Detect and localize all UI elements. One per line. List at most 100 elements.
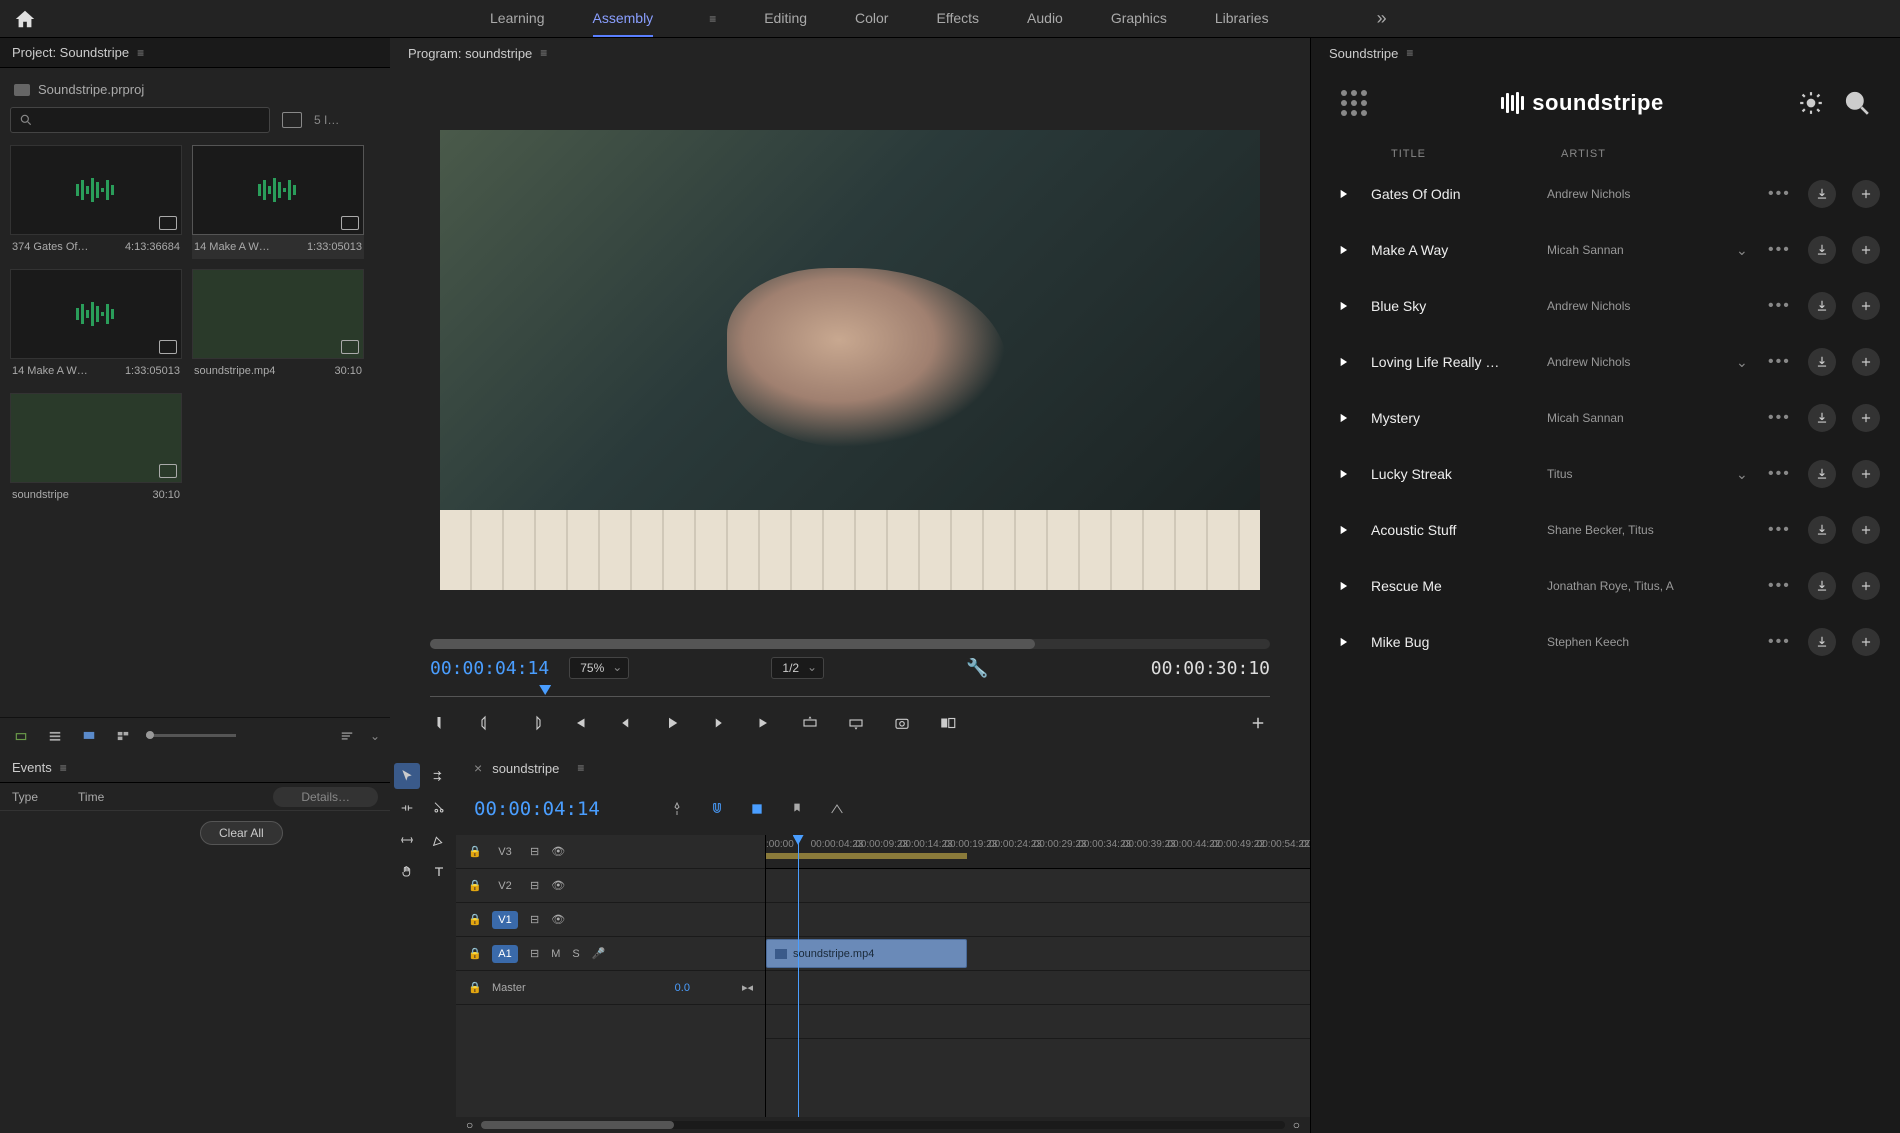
track-label-v2[interactable]: V2 (492, 877, 518, 895)
export-frame-button[interactable] (890, 711, 914, 735)
search-icon[interactable] (1844, 90, 1870, 116)
play-track-button[interactable] (1331, 462, 1355, 486)
eye-icon[interactable]: 👁 (551, 845, 565, 858)
sync-lock-icon[interactable]: ⊟ (530, 879, 539, 892)
more-options-icon[interactable]: ••• (1768, 521, 1792, 539)
more-options-icon[interactable]: ••• (1768, 633, 1792, 651)
lane-v1[interactable]: soundstripe.mp4 (766, 937, 1310, 971)
mark-out-icon[interactable] (522, 711, 546, 735)
download-button[interactable] (1808, 236, 1836, 264)
track-v2[interactable]: 🔒 V2 ⊟ 👁 (456, 869, 765, 903)
solo-toggle[interactable]: S (572, 948, 579, 960)
snap-toggle[interactable] (666, 798, 688, 820)
bin-thumbnail[interactable] (192, 269, 364, 359)
sort-icon[interactable] (336, 727, 358, 745)
tab-graphics[interactable]: Graphics (1111, 0, 1167, 37)
lock-icon[interactable]: 🔒 (468, 845, 480, 858)
track-label-v1[interactable]: V1 (492, 911, 518, 929)
lane-v2[interactable] (766, 903, 1310, 937)
lock-icon[interactable]: 🔒 (468, 947, 480, 960)
download-button[interactable] (1808, 404, 1836, 432)
track-select-tool[interactable] (426, 763, 452, 789)
pen-tool[interactable] (426, 827, 452, 853)
bin-item[interactable]: soundstripe30:10 (10, 393, 182, 507)
timeline-menu-icon[interactable]: ≡ (577, 761, 584, 775)
download-button[interactable] (1808, 348, 1836, 376)
write-toggle-icon[interactable] (10, 727, 32, 745)
add-to-timeline-button[interactable] (1852, 236, 1880, 264)
add-to-timeline-button[interactable] (1852, 460, 1880, 488)
master-level[interactable]: 0.0 (675, 982, 690, 994)
bin-item[interactable]: 14 Make A W…1:33:05013 (10, 269, 182, 383)
list-view-icon[interactable] (44, 727, 66, 745)
play-button[interactable] (660, 711, 684, 735)
add-to-timeline-button[interactable] (1852, 516, 1880, 544)
more-options-icon[interactable]: ••• (1768, 577, 1792, 595)
timeline-ruler[interactable]: :00:0000:00:04:2300:00:09:2300:00:14:230… (766, 835, 1310, 869)
tab-learning[interactable]: Learning (490, 0, 545, 37)
play-track-button[interactable] (1331, 350, 1355, 374)
lane-v3[interactable] (766, 869, 1310, 903)
settings-wrench-icon[interactable]: 🔧 (966, 658, 988, 679)
add-to-timeline-button[interactable] (1852, 628, 1880, 656)
razor-tool[interactable] (426, 795, 452, 821)
tab-effects[interactable]: Effects (936, 0, 979, 37)
step-forward-button[interactable] (706, 711, 730, 735)
bin-thumbnail[interactable] (10, 393, 182, 483)
sort-chevron-icon[interactable]: ⌄ (370, 729, 380, 743)
tab-assembly[interactable]: Assembly (593, 0, 654, 37)
button-editor-icon[interactable] (1246, 711, 1270, 735)
bin-item[interactable]: 14 Make A W…1:33:05013 (192, 145, 364, 259)
play-track-button[interactable] (1331, 182, 1355, 206)
go-to-in-button[interactable] (568, 711, 592, 735)
track-a1[interactable]: 🔒 A1 ⊟ M S 🎤 (456, 937, 765, 971)
project-zoom-slider[interactable] (146, 734, 236, 737)
track-label-v3[interactable]: V3 (492, 843, 518, 861)
tab-audio[interactable]: Audio (1027, 0, 1063, 37)
clip-video[interactable]: soundstripe.mp4 (766, 939, 967, 968)
download-button[interactable] (1808, 516, 1836, 544)
meter-icon[interactable]: ▸◂ (742, 981, 753, 994)
lane-a1[interactable] (766, 971, 1310, 1005)
ripple-tool[interactable] (394, 795, 420, 821)
download-button[interactable] (1808, 628, 1836, 656)
add-to-timeline-button[interactable] (1852, 180, 1880, 208)
download-button[interactable] (1808, 572, 1836, 600)
mute-toggle[interactable]: M (551, 948, 560, 960)
extract-button[interactable] (844, 711, 868, 735)
expand-chevron-icon[interactable]: ⌄ (1736, 242, 1752, 259)
expand-chevron-icon[interactable]: ⌄ (1736, 466, 1752, 483)
new-bin-button[interactable] (282, 112, 302, 128)
close-sequence-icon[interactable]: × (474, 760, 482, 776)
track-master[interactable]: 🔒 Master 0.0 ▸◂ (456, 971, 765, 1005)
more-options-icon[interactable]: ••• (1768, 409, 1792, 427)
eye-icon[interactable]: 👁 (551, 913, 565, 926)
marker-toggle[interactable] (786, 798, 808, 820)
timeline-track-area[interactable]: :00:0000:00:04:2300:00:09:2300:00:14:230… (766, 835, 1310, 1117)
icon-view-icon[interactable] (78, 727, 100, 745)
step-back-button[interactable] (614, 711, 638, 735)
timeline-playhead[interactable] (798, 835, 799, 1117)
play-track-button[interactable] (1331, 630, 1355, 654)
eye-icon[interactable]: 👁 (551, 879, 565, 892)
track-v1[interactable]: 🔒 V1 ⊟ 👁 (456, 903, 765, 937)
track-label-a1[interactable]: A1 (492, 945, 518, 963)
download-button[interactable] (1808, 460, 1836, 488)
lift-button[interactable] (798, 711, 822, 735)
clear-all-button[interactable]: Clear All (200, 821, 283, 845)
play-track-button[interactable] (1331, 518, 1355, 542)
go-to-out-button[interactable] (752, 711, 776, 735)
track-v3[interactable]: 🔒 V3 ⊟ 👁 (456, 835, 765, 869)
timeline-scrollbar[interactable]: ○ ○ (456, 1117, 1310, 1133)
lock-icon[interactable]: 🔒 (468, 913, 480, 926)
hand-tool[interactable] (394, 859, 420, 885)
selection-tool[interactable] (394, 763, 420, 789)
bin-item[interactable]: 374 Gates Of…4:13:36684 (10, 145, 182, 259)
play-track-button[interactable] (1331, 294, 1355, 318)
more-options-icon[interactable]: ••• (1768, 241, 1792, 259)
play-track-button[interactable] (1331, 238, 1355, 262)
lane-master[interactable] (766, 1005, 1310, 1039)
play-track-button[interactable] (1331, 406, 1355, 430)
sync-lock-icon[interactable]: ⊟ (530, 845, 539, 858)
mark-in-icon[interactable] (476, 711, 500, 735)
